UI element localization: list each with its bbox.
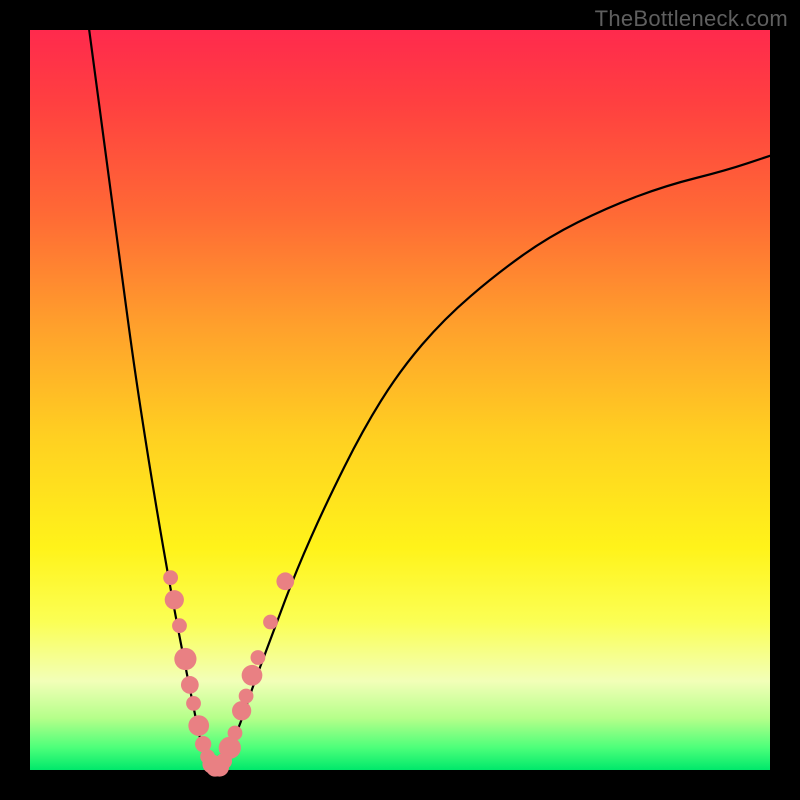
data-point-marker [232, 701, 251, 720]
watermark-text: TheBottleneck.com [595, 6, 788, 32]
data-point-marker [239, 689, 254, 704]
data-point-marker [163, 570, 178, 585]
curve-right [215, 156, 770, 770]
data-point-marker [263, 615, 278, 630]
data-point-marker [188, 715, 209, 736]
data-point-marker [172, 618, 187, 633]
chart-frame: TheBottleneck.com [0, 0, 800, 800]
data-point-marker [251, 650, 266, 665]
plot-area [30, 30, 770, 770]
curve-markers [163, 570, 294, 776]
bottleneck-curve-svg [30, 30, 770, 770]
data-point-marker [174, 648, 196, 670]
data-point-marker [165, 590, 184, 609]
data-point-marker [276, 572, 294, 590]
data-point-marker [242, 665, 263, 686]
data-point-marker [228, 726, 243, 741]
data-point-marker [186, 696, 201, 711]
data-point-marker [181, 676, 199, 694]
data-point-marker [219, 737, 241, 759]
